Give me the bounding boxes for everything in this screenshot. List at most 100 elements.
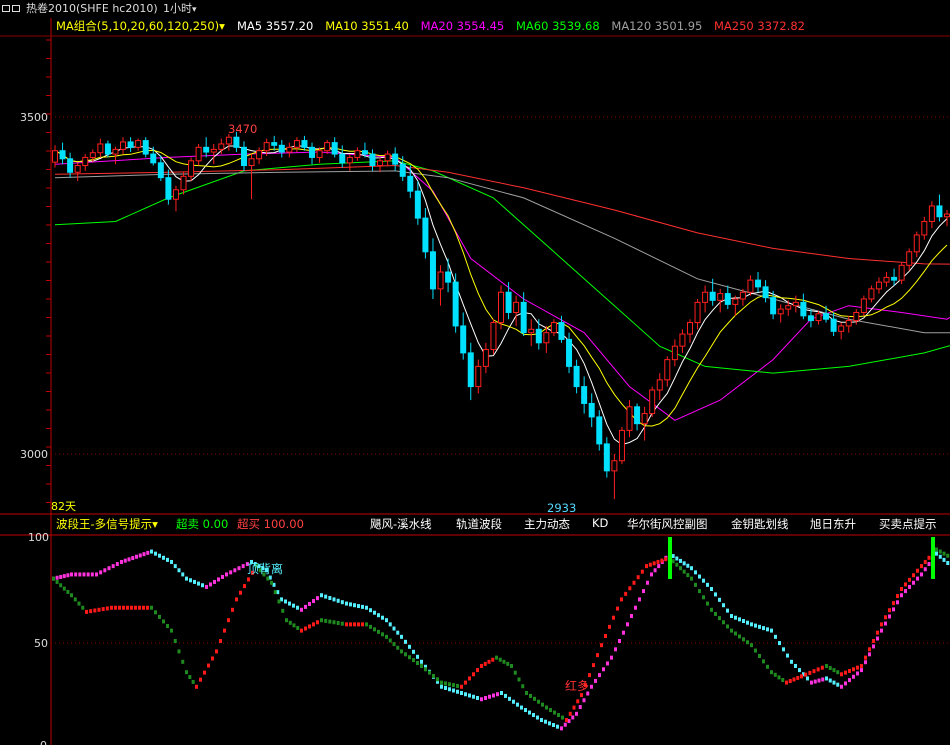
oscillator-fast [590, 684, 593, 689]
oscillator-fast [758, 624, 761, 629]
oscillator-slow [664, 557, 668, 562]
candle-body [475, 365, 482, 388]
tab-kd[interactable]: KD [592, 516, 608, 530]
candle-body [875, 281, 882, 290]
oscillator-slow [146, 605, 149, 610]
oscillator-slow [652, 561, 656, 566]
candle-body [596, 416, 603, 445]
oscillator-fast [817, 678, 821, 683]
low-price-label: 2933 [547, 501, 576, 515]
tab-wallstreet-risk[interactable]: 华尔街风控副图 [627, 516, 708, 532]
oscillator-slow [223, 628, 226, 633]
oscillator-fast [813, 679, 817, 684]
oscillator-slow [549, 708, 552, 713]
oscillator-fast [602, 667, 605, 672]
candle-body [127, 141, 134, 148]
oscillator-fast [404, 639, 407, 644]
candle-body [618, 429, 625, 462]
oscillator-slow [785, 680, 788, 685]
candle-body [860, 298, 867, 313]
oscillator-fast [540, 718, 543, 723]
oscillator-slow [166, 624, 169, 629]
oscillator-slow [820, 665, 824, 670]
oscillator-fast [671, 554, 675, 559]
candle-body [671, 345, 678, 361]
oscillator-slow [604, 634, 607, 639]
oscillator-fast [107, 566, 111, 571]
oscillator-fast [288, 601, 291, 606]
oscillator-fast [912, 580, 915, 585]
oscillator-slow [648, 562, 652, 567]
oscillator-slow [750, 643, 753, 648]
oscillator-slow [840, 672, 843, 677]
tab-buy-sell-points[interactable]: 买卖点提示 [879, 516, 937, 532]
oscillator-slow [553, 710, 556, 715]
candle-body [913, 234, 920, 253]
candle-body [324, 142, 331, 152]
tab-rising-sun[interactable]: 旭日东升 [810, 516, 856, 532]
candle-body [369, 153, 376, 167]
oscillator-slow [726, 624, 729, 629]
oscillator-fast [400, 634, 403, 639]
tab-hurricane-line[interactable]: 飓风-溪水线 [370, 516, 432, 532]
oscillator-fast [146, 550, 150, 555]
candle-body [180, 175, 187, 191]
oscillator-fast [548, 721, 551, 726]
indicator-label-0: 0 [40, 739, 47, 745]
candle-body [165, 177, 172, 200]
oscillator-fast [138, 553, 142, 558]
price-label-3000: 3000 [20, 448, 48, 461]
oscillator-slow [758, 653, 761, 658]
oscillator-slow [247, 577, 250, 582]
oscillator-fast [524, 708, 527, 713]
oscillator-slow [483, 661, 487, 666]
candle-body [225, 136, 232, 145]
ma-legend-item: MA10 3551.40 [325, 19, 409, 33]
oscillator-slow [832, 668, 836, 673]
oscillator-slow [852, 667, 855, 672]
oscillator-fast [193, 579, 196, 584]
ma-legend-item: MA60 3539.68 [516, 19, 600, 33]
indicator-selector[interactable]: 波段王-多信号提示▾ [56, 517, 158, 531]
oscillator-slow [215, 649, 218, 654]
candle-body [218, 143, 225, 150]
oscillator-slow [568, 711, 572, 716]
candle-body [891, 276, 898, 281]
oscillator-fast [908, 584, 911, 589]
ma-combo-selector[interactable]: MA组合(5,10,20,60,120,250)▾ [56, 19, 225, 33]
candle-body [52, 150, 58, 163]
oscillator-slow [266, 576, 270, 581]
candle-body [649, 389, 656, 415]
candle-body [203, 146, 210, 153]
oscillator-fast [158, 553, 161, 558]
oscillator-fast [626, 622, 629, 627]
candle-body [67, 158, 74, 173]
candle-body [82, 156, 89, 167]
candle-body [656, 379, 663, 391]
oscillator-fast [328, 596, 332, 601]
oscillator-fast [738, 617, 741, 622]
oscillator-fast [111, 564, 115, 569]
candle-body [89, 152, 96, 158]
oscillator-slow [211, 656, 214, 661]
oscillator-fast [177, 568, 181, 573]
tab-golden-key[interactable]: 金钥匙划线 [731, 516, 789, 532]
oscillator-fast [594, 678, 597, 683]
oscillator-fast [284, 599, 287, 604]
oscillator-slow [722, 620, 725, 625]
tab-orbit-band[interactable]: 轨道波段 [456, 516, 502, 532]
tab-main-force[interactable]: 主力动态 [524, 516, 570, 532]
oscillator-slow [396, 645, 400, 650]
candle-body [906, 251, 913, 266]
oscillator-fast [237, 566, 241, 571]
oscillator-slow [324, 618, 328, 623]
oscillator-fast [810, 680, 813, 685]
oscillator-slow [181, 659, 185, 664]
oscillator-slow [191, 679, 195, 684]
candle-body [566, 338, 573, 367]
oscillator-fast [852, 674, 855, 679]
candle-body [868, 288, 875, 300]
oscillator-slow [836, 670, 840, 675]
price-chart[interactable]: 3500 3000 MA组合(5,10,20,60,120,250)▾ MA5 355… [0, 0, 950, 745]
oscillator-slow [686, 573, 690, 578]
